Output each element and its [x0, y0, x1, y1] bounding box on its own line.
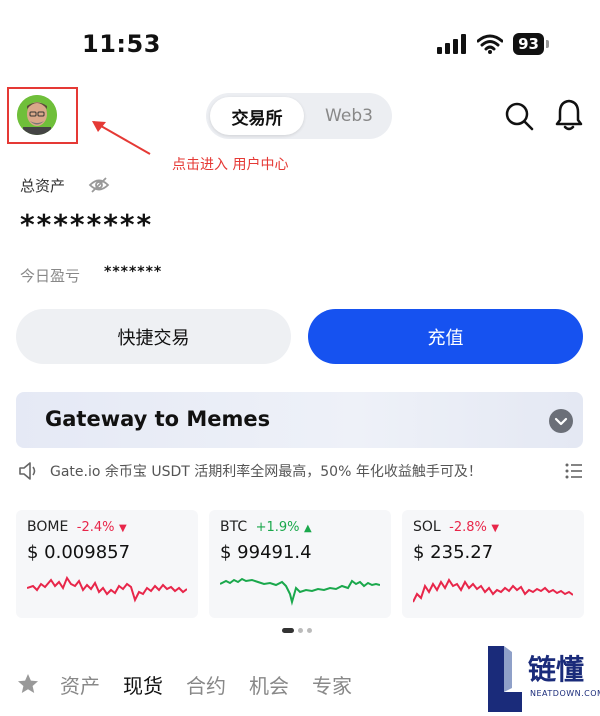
tab-futures[interactable]: 合约: [186, 670, 226, 699]
coin-price: $ 235.27: [413, 542, 494, 563]
tab-spot[interactable]: 现货: [123, 670, 163, 699]
coin-change: -2.4%: [76, 520, 115, 535]
coin-symbol: BTC: [220, 519, 248, 535]
coin-card-bome[interactable]: BOME -2.4% ▼ $ 0.009857: [16, 510, 198, 618]
watermark-title: 链懂: [528, 653, 585, 686]
watermark-logo: 链懂 NEATDOWN.COM: [484, 642, 600, 716]
notification-bell-icon[interactable]: [553, 98, 585, 132]
triangle-down-icon: ▼: [491, 523, 500, 534]
carousel-dot[interactable]: [282, 628, 294, 633]
coin-price: $ 0.009857: [27, 542, 131, 563]
triangle-down-icon: ▼: [118, 523, 127, 534]
coin-card-btc[interactable]: BTC +1.9% ▲ $ 99491.4: [209, 510, 391, 618]
banner-title: Gateway to Memes: [45, 407, 271, 431]
watermark-subtitle: NEATDOWN.COM: [530, 689, 600, 698]
sparkline-bome: [27, 575, 187, 603]
today-pnl-value: *******: [104, 264, 163, 280]
coin-symbol: BOME: [27, 519, 69, 535]
market-tabs: 资产 现货 合约 机会 专家: [16, 668, 375, 700]
coin-symbol-row: BOME -2.4% ▼: [27, 519, 127, 535]
coin-symbol-row: BTC +1.9% ▲: [220, 519, 312, 535]
sparkline-btc: [220, 577, 380, 606]
total-assets-value: ********: [20, 208, 154, 241]
list-icon[interactable]: [565, 463, 583, 479]
sparkline-sol: [413, 578, 573, 603]
avatar-highlight-box: [7, 87, 78, 144]
carousel-dots: [282, 628, 312, 633]
coin-price: $ 99491.4: [220, 542, 312, 563]
annotation-arrow: [92, 121, 151, 155]
status-time: 11:53: [82, 30, 161, 58]
exchange-web3-switch: 交易所 Web3: [206, 93, 392, 139]
annotation-text: 点击进入 用户中心: [172, 157, 289, 173]
tab-opportunities[interactable]: 机会: [249, 670, 289, 699]
coin-change: +1.9%: [255, 520, 300, 535]
speaker-icon: [19, 462, 36, 480]
triangle-up-icon: ▲: [303, 523, 312, 534]
tab-exchange[interactable]: 交易所: [210, 97, 304, 135]
avatar[interactable]: [17, 95, 57, 135]
eye-off-icon[interactable]: [88, 176, 110, 194]
logo-l-icon: [488, 646, 522, 712]
carousel-dot[interactable]: [307, 628, 312, 633]
coin-change: -2.8%: [449, 520, 487, 535]
deposit-button[interactable]: 充值: [308, 309, 583, 364]
chevron-down-icon: [554, 417, 568, 426]
promo-banner[interactable]: Gateway to Memes: [16, 392, 583, 448]
search-icon[interactable]: [503, 100, 535, 132]
battery-indicator: 93: [513, 33, 549, 55]
tab-experts[interactable]: 专家: [312, 670, 352, 699]
status-icons: 93: [437, 33, 549, 55]
wifi-icon: [477, 34, 504, 54]
tab-assets[interactable]: 资产: [60, 670, 100, 699]
total-assets-label: 总资产: [20, 177, 66, 195]
coin-card-sol[interactable]: SOL -2.8% ▼ $ 235.27: [402, 510, 584, 618]
star-icon[interactable]: [16, 672, 40, 696]
avatar-image: [17, 95, 57, 135]
banner-collapse-button[interactable]: [549, 409, 573, 433]
quick-trade-button[interactable]: 快捷交易: [16, 309, 291, 364]
coin-symbol: SOL: [413, 519, 441, 535]
today-pnl-label: 今日盈亏: [20, 267, 81, 285]
coin-symbol-row: SOL -2.8% ▼: [413, 519, 499, 535]
carousel-dot[interactable]: [298, 628, 303, 633]
tab-web3[interactable]: Web3: [310, 97, 388, 135]
announcement-ticker[interactable]: Gate.io 余币宝 USDT 活期利率全网最高，50% 年化收益触手可及！: [50, 461, 482, 481]
status-bar: 11:53 93: [0, 0, 600, 90]
signal-icon: [437, 34, 467, 54]
